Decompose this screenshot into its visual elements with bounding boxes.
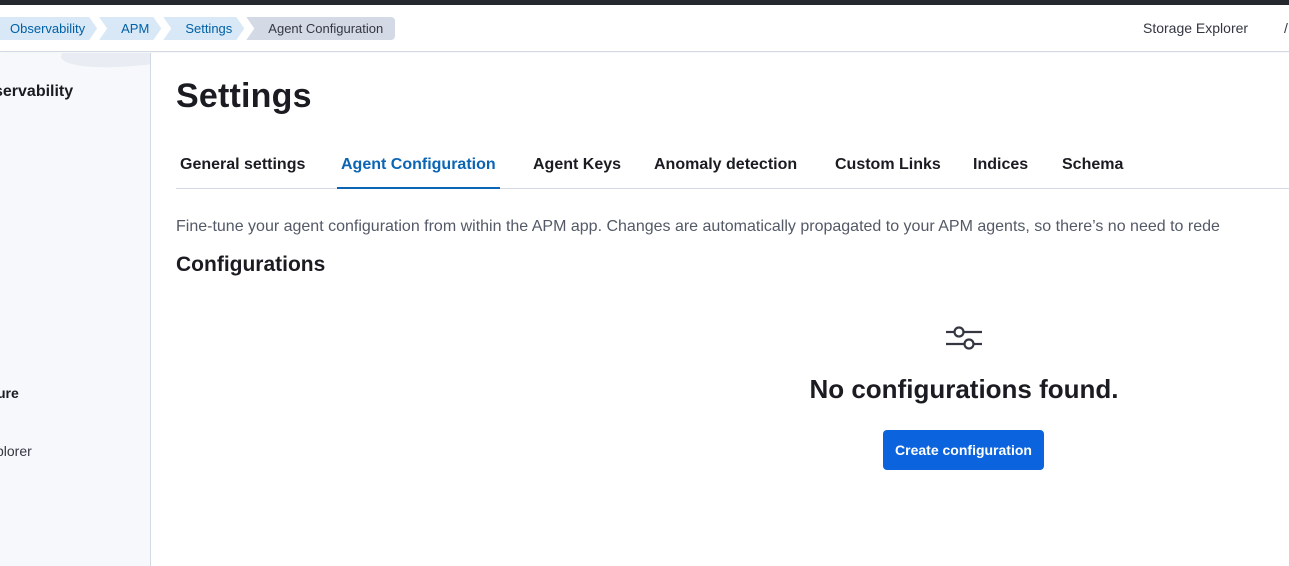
tab-agent-keys[interactable]: Agent Keys [533,156,621,189]
sliders-icon [946,326,982,350]
side-nav: servability ure plorer [0,53,151,566]
tab-schema[interactable]: Schema [1062,156,1123,189]
tab-indices[interactable]: Indices [973,156,1028,189]
breadcrumb-settings[interactable]: Settings [163,17,244,40]
breadcrumb: Observability APM Settings Agent Configu… [0,17,397,40]
tab-anomaly-detection[interactable]: Anomaly detection [654,156,797,189]
breadcrumb-observability[interactable]: Observability [0,17,97,40]
create-configuration-button[interactable]: Create configuration [883,430,1044,470]
header-bar: Observability APM Settings Agent Configu… [0,5,1289,52]
page-description: Fine-tune your agent configuration from … [176,218,1220,235]
main-content: Settings General settings Agent Configur… [152,53,1289,566]
storage-explorer-link[interactable]: Storage Explorer [1143,20,1248,36]
tab-custom-links[interactable]: Custom Links [835,156,941,189]
empty-state-title: No configurations found. [809,374,1119,404]
tab-agent-configuration[interactable]: Agent Configuration [337,156,500,189]
settings-tabs: General settings Agent Configuration Age… [176,145,1289,189]
header-truncated-link[interactable]: / [1284,20,1288,36]
sidebar-decoration [58,53,150,77]
breadcrumb-agent-configuration: Agent Configuration [246,17,396,40]
configurations-heading: Configurations [176,253,326,276]
sidebar-section-heading: ure [0,385,19,401]
sidebar-item-storage-explorer[interactable]: plorer [0,443,32,459]
breadcrumb-apm[interactable]: APM [99,17,161,40]
sidebar-title: servability [0,83,74,100]
page-title: Settings [176,77,312,115]
tab-general-settings[interactable]: General settings [180,156,305,189]
